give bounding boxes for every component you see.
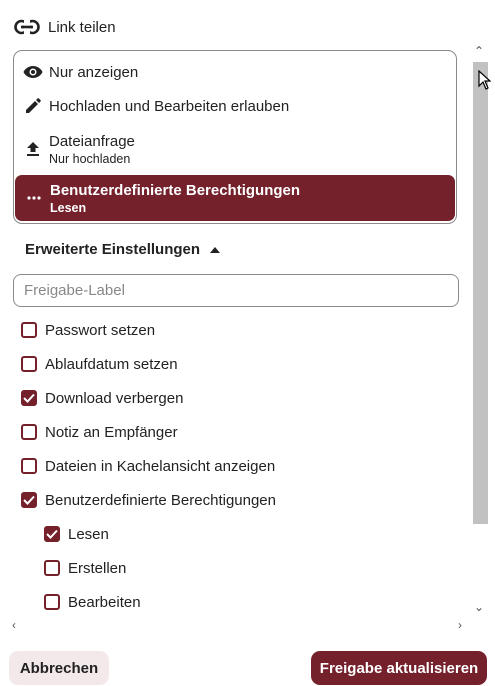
- checkbox-checked[interactable]: [44, 526, 60, 542]
- option-note[interactable]: Notiz an Empfänger: [21, 421, 178, 443]
- pencil-icon: [23, 96, 43, 116]
- scroll-down-icon[interactable]: ⌄: [474, 600, 484, 614]
- scroll-right-icon[interactable]: ›: [458, 618, 462, 632]
- checkbox[interactable]: [44, 594, 60, 610]
- advanced-settings-title: Erweiterte Einstellungen: [25, 241, 201, 258]
- option-grid-view[interactable]: Dateien in Kachelansicht anzeigen: [21, 455, 275, 477]
- advanced-settings-toggle[interactable]: Erweiterte Einstellungen: [25, 241, 221, 258]
- share-label-input[interactable]: [13, 274, 459, 307]
- checkbox-checked[interactable]: [21, 492, 37, 508]
- custom-permission-edit[interactable]: Bearbeiten: [44, 591, 141, 613]
- caret-up-icon: [210, 246, 221, 253]
- checkbox-checked[interactable]: [21, 390, 37, 406]
- scrollbar-thumb[interactable]: [473, 62, 488, 524]
- link-icon: [14, 19, 40, 35]
- checkbox[interactable]: [21, 356, 37, 372]
- permission-view-only[interactable]: Nur anzeigen: [14, 57, 456, 87]
- update-share-button[interactable]: Freigabe aktualisieren: [311, 651, 487, 685]
- option-expiration[interactable]: Ablaufdatum setzen: [21, 353, 178, 375]
- option-hide-download[interactable]: Download verbergen: [21, 387, 183, 409]
- check-icon: [23, 393, 35, 403]
- check-icon: [46, 529, 58, 539]
- header-title: Link teilen: [48, 18, 116, 36]
- permission-list: Nur anzeigen Hochladen und Bearbeiten er…: [13, 50, 457, 224]
- upload-icon: [23, 139, 43, 159]
- checkbox[interactable]: [44, 560, 60, 576]
- option-password[interactable]: Passwort setzen: [21, 319, 155, 341]
- scroll-up-icon[interactable]: ⌃: [474, 44, 484, 58]
- custom-permission-read[interactable]: Lesen: [44, 523, 109, 545]
- checkbox[interactable]: [21, 458, 37, 474]
- option-custom-permissions[interactable]: Benutzerdefinierte Berechtigungen: [21, 489, 276, 511]
- cursor-icon: [478, 70, 491, 90]
- share-link-header: Link teilen: [14, 14, 116, 40]
- permission-custom[interactable]: Benutzerdefinierte Berechtigungen Lesen: [15, 175, 455, 221]
- permission-file-request[interactable]: Dateianfrage Nur hochladen: [14, 127, 456, 171]
- check-icon: [23, 495, 35, 505]
- checkbox[interactable]: [21, 322, 37, 338]
- scroll-left-icon[interactable]: ‹: [12, 618, 16, 632]
- custom-permission-create[interactable]: Erstellen: [44, 557, 126, 579]
- more-icon: [24, 188, 44, 208]
- permission-upload-edit[interactable]: Hochladen und Bearbeiten erlauben: [14, 91, 456, 121]
- eye-icon: [23, 62, 43, 82]
- cancel-button[interactable]: Abbrechen: [9, 651, 109, 685]
- checkbox[interactable]: [21, 424, 37, 440]
